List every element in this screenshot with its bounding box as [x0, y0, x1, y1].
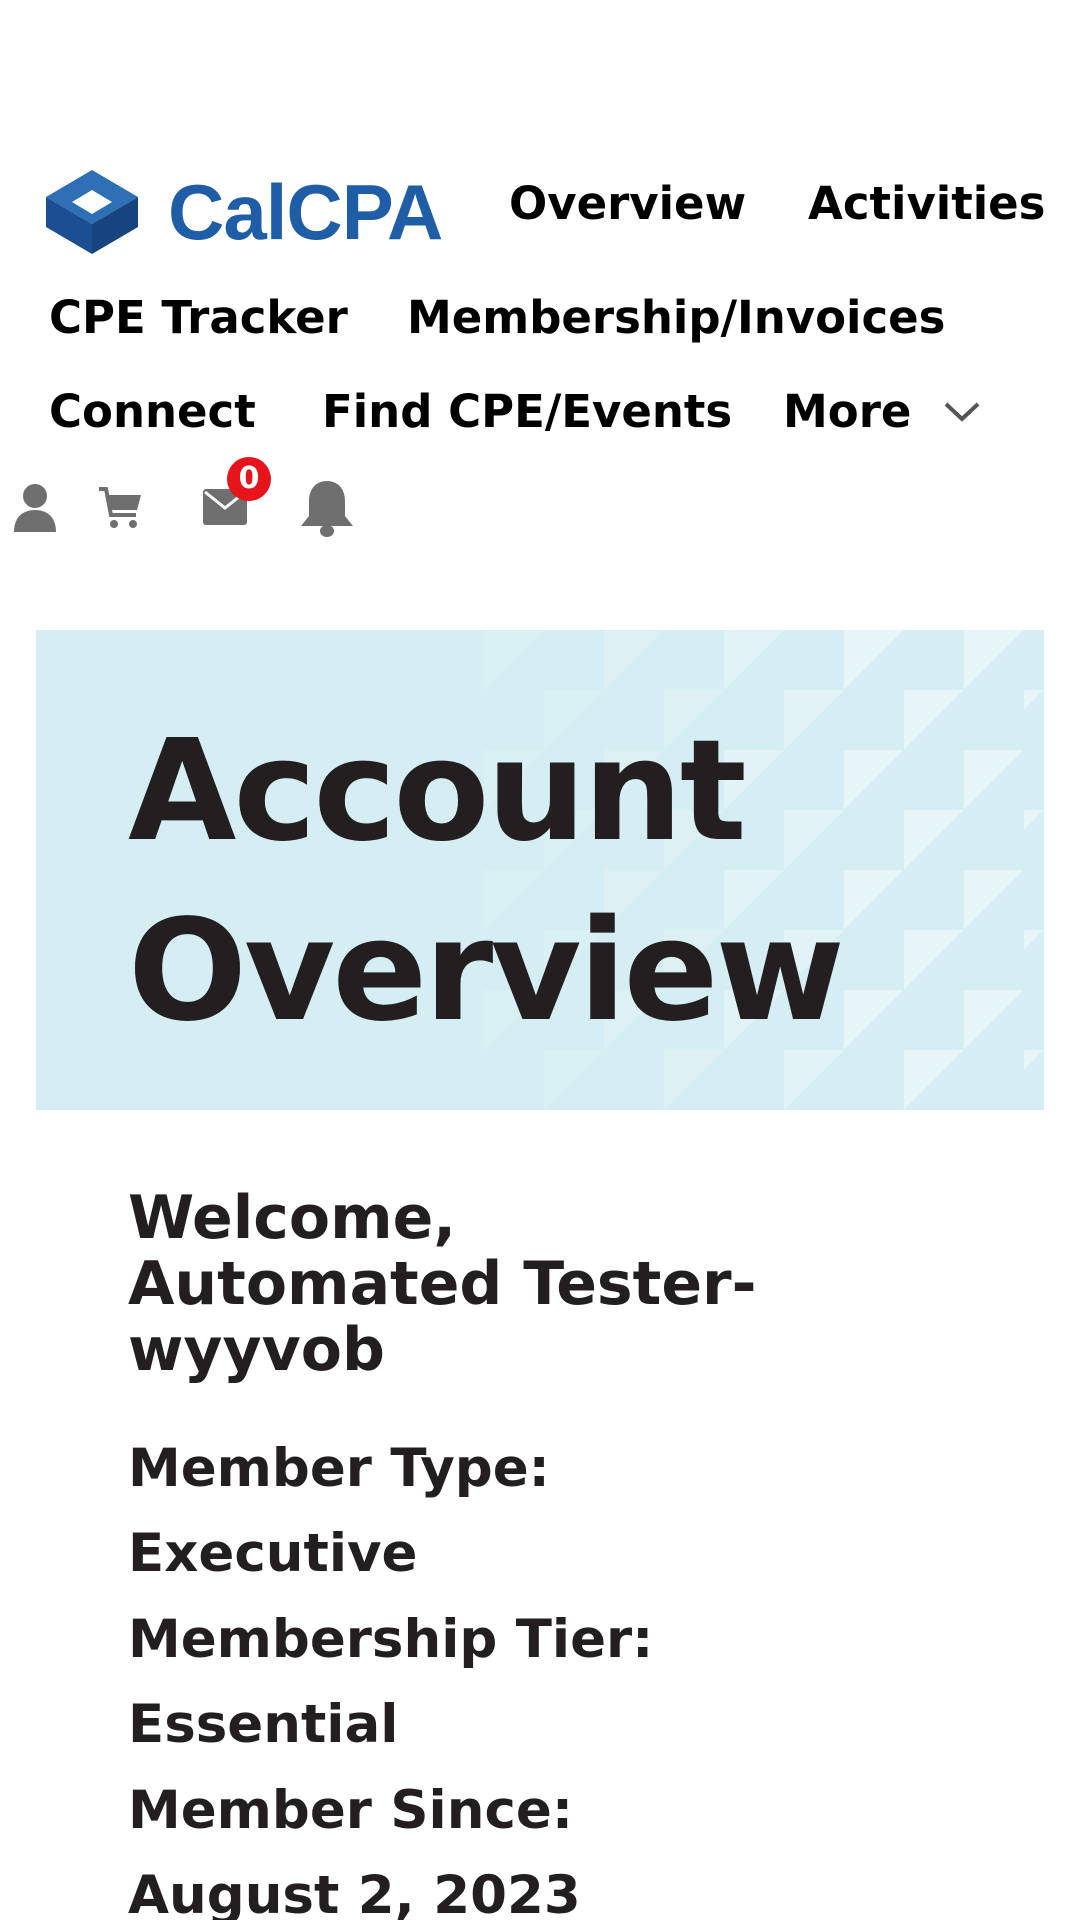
member-type-value: Executive	[128, 1523, 418, 1584]
nav-overview[interactable]: Overview	[509, 181, 746, 226]
nav-membership-invoices[interactable]: Membership/Invoices	[407, 295, 945, 340]
nav-more-label: More	[783, 385, 912, 438]
nav-find-cpe-events[interactable]: Find CPE/Events	[322, 389, 732, 434]
nav-cpe-tracker[interactable]: CPE Tracker	[49, 295, 348, 340]
welcome-heading: Welcome, Automated Tester-wyyvob	[128, 1183, 757, 1385]
mail-count-badge: 0	[227, 457, 271, 501]
page-title: Account Overview	[128, 702, 845, 1062]
nav-more-dropdown[interactable]: More	[783, 389, 981, 434]
bell-icon[interactable]	[298, 478, 356, 538]
page: CalCPA Overview Activities CPE Tracker M…	[0, 0, 1080, 1920]
calcpa-logo[interactable]: CalCPA	[46, 168, 443, 256]
nav-activities[interactable]: Activities	[808, 181, 1045, 226]
membership-tier-label: Membership Tier:	[128, 1609, 654, 1670]
calcpa-logo-text: CalCPA	[168, 168, 443, 256]
member-since-label: Member Since:	[128, 1780, 574, 1841]
member-type-label: Member Type:	[128, 1438, 550, 1499]
page-title-line2: Overview	[128, 890, 845, 1053]
chevron-down-icon	[945, 402, 980, 422]
page-title-line1: Account	[128, 710, 747, 873]
hero-banner: Account Overview	[36, 630, 1044, 1110]
cart-icon[interactable]	[97, 485, 143, 531]
nav-connect[interactable]: Connect	[49, 389, 256, 434]
member-since-value: August 2, 2023	[128, 1865, 581, 1920]
membership-tier-value: Essential	[128, 1694, 399, 1755]
calcpa-logo-mark-icon	[46, 170, 138, 254]
user-icon[interactable]	[12, 482, 58, 532]
